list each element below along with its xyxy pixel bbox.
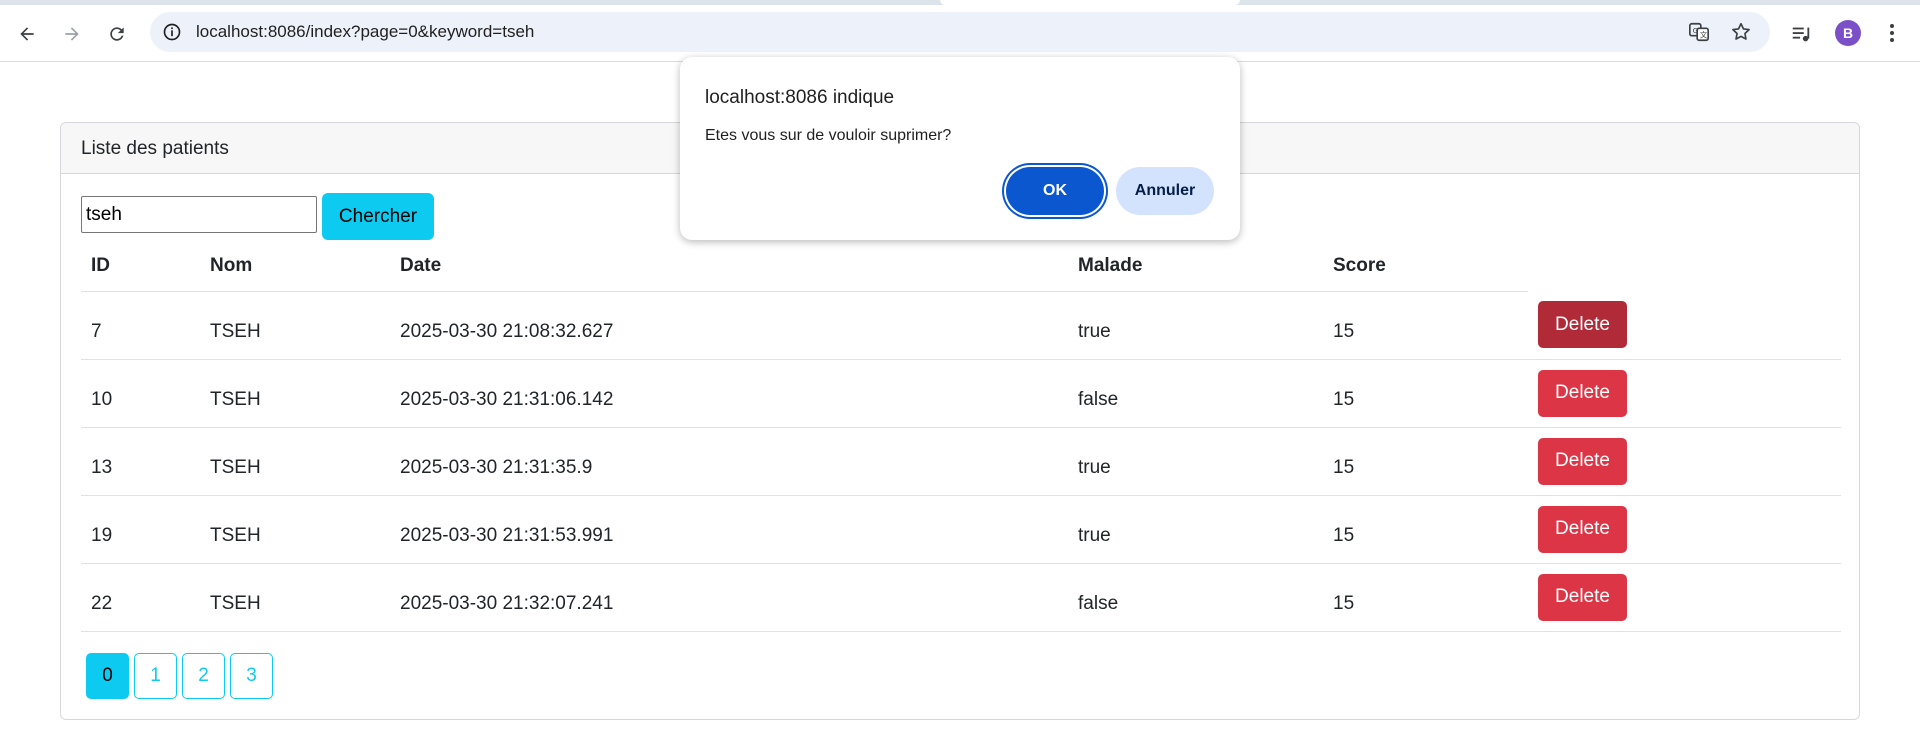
svg-text:文: 文: [1700, 31, 1708, 40]
delete-button[interactable]: Delete: [1538, 301, 1627, 349]
confirm-dialog: localhost:8086 indique Etes vous sur de …: [680, 57, 1240, 240]
column-header-score: Score: [1323, 241, 1528, 292]
ok-button[interactable]: OK: [1006, 167, 1104, 215]
dialog-message: Etes vous sur de vouloir suprimer?: [705, 127, 952, 144]
column-header-nom: Nom: [200, 241, 390, 292]
cell-date: 2025-03-30 21:31:35.9: [390, 427, 1068, 496]
dialog-title: localhost:8086 indique: [705, 87, 895, 108]
cell-malade: false: [1068, 359, 1323, 428]
page-link-0[interactable]: 0: [86, 653, 129, 699]
cell-actions: Delete: [1528, 427, 1841, 496]
cell-nom: TSEH: [200, 563, 390, 632]
table-row: 19 TSEH 2025-03-30 21:31:53.991 true 15 …: [81, 495, 1841, 564]
table-row: 13 TSEH 2025-03-30 21:31:35.9 true 15 De…: [81, 427, 1841, 496]
page-link-3[interactable]: 3: [230, 653, 273, 699]
address-bar[interactable]: localhost:8086/index?page=0&keyword=tseh…: [150, 12, 1770, 52]
delete-button[interactable]: Delete: [1538, 573, 1627, 621]
cell-score: 15: [1323, 563, 1528, 632]
table-header-row: ID Nom Date Malade Score: [81, 241, 1841, 292]
cell-nom: TSEH: [200, 359, 390, 428]
page-link-2[interactable]: 2: [182, 653, 225, 699]
column-header-actions: [1528, 241, 1841, 291]
cell-id: 13: [81, 427, 200, 496]
cell-actions: Delete: [1528, 495, 1841, 564]
cell-date: 2025-03-30 21:31:53.991: [390, 495, 1068, 564]
site-info-icon[interactable]: [162, 22, 182, 42]
cell-score: 15: [1323, 495, 1528, 564]
cell-id: 10: [81, 359, 200, 428]
bookmark-star-icon[interactable]: [1730, 21, 1752, 43]
media-controls-icon[interactable]: [1790, 23, 1812, 45]
search-button[interactable]: Chercher: [322, 193, 434, 240]
cell-nom: TSEH: [200, 291, 390, 360]
cell-date: 2025-03-30 21:08:32.627: [390, 291, 1068, 360]
cell-malade: false: [1068, 563, 1323, 632]
table-row: 7 TSEH 2025-03-30 21:08:32.627 true 15 D…: [81, 291, 1841, 360]
page-link-1[interactable]: 1: [134, 653, 177, 699]
table-row: 10 TSEH 2025-03-30 21:31:06.142 false 15…: [81, 359, 1841, 428]
avatar[interactable]: B: [1835, 20, 1861, 46]
cell-id: 19: [81, 495, 200, 564]
cell-id: 7: [81, 291, 200, 360]
translate-icon[interactable]: G 文: [1688, 21, 1710, 43]
cell-score: 15: [1323, 427, 1528, 496]
reload-icon[interactable]: [101, 18, 133, 50]
cell-date: 2025-03-30 21:32:07.241: [390, 563, 1068, 632]
delete-button[interactable]: Delete: [1538, 505, 1627, 553]
cell-malade: true: [1068, 495, 1323, 564]
cell-id: 22: [81, 563, 200, 632]
cell-malade: true: [1068, 427, 1323, 496]
forward-arrow-icon[interactable]: [56, 18, 88, 50]
svg-text:G: G: [1693, 26, 1699, 35]
cell-actions: Delete: [1528, 291, 1841, 360]
url-text[interactable]: localhost:8086/index?page=0&keyword=tseh: [196, 22, 534, 42]
cell-score: 15: [1323, 291, 1528, 360]
cancel-button[interactable]: Annuler: [1116, 167, 1214, 215]
table-row: 22 TSEH 2025-03-30 21:32:07.241 false 15…: [81, 563, 1841, 632]
back-arrow-icon[interactable]: [11, 18, 43, 50]
cell-date: 2025-03-30 21:31:06.142: [390, 359, 1068, 428]
column-header-date: Date: [390, 241, 1068, 292]
column-header-id: ID: [81, 241, 200, 292]
patients-table: ID Nom Date Malade Score 7 TSEH 2025-03-…: [81, 241, 1841, 632]
cell-actions: Delete: [1528, 563, 1841, 632]
cell-actions: Delete: [1528, 359, 1841, 428]
cell-nom: TSEH: [200, 427, 390, 496]
delete-button[interactable]: Delete: [1538, 369, 1627, 417]
search-input[interactable]: [81, 196, 317, 233]
delete-button[interactable]: Delete: [1538, 437, 1627, 485]
cell-score: 15: [1323, 359, 1528, 428]
browser-toolbar: localhost:8086/index?page=0&keyword=tseh…: [0, 5, 1920, 62]
cell-nom: TSEH: [200, 495, 390, 564]
kebab-menu-icon[interactable]: [1880, 21, 1904, 45]
pagination: 0 1 2 3: [86, 653, 273, 699]
cell-malade: true: [1068, 291, 1323, 360]
column-header-malade: Malade: [1068, 241, 1323, 292]
